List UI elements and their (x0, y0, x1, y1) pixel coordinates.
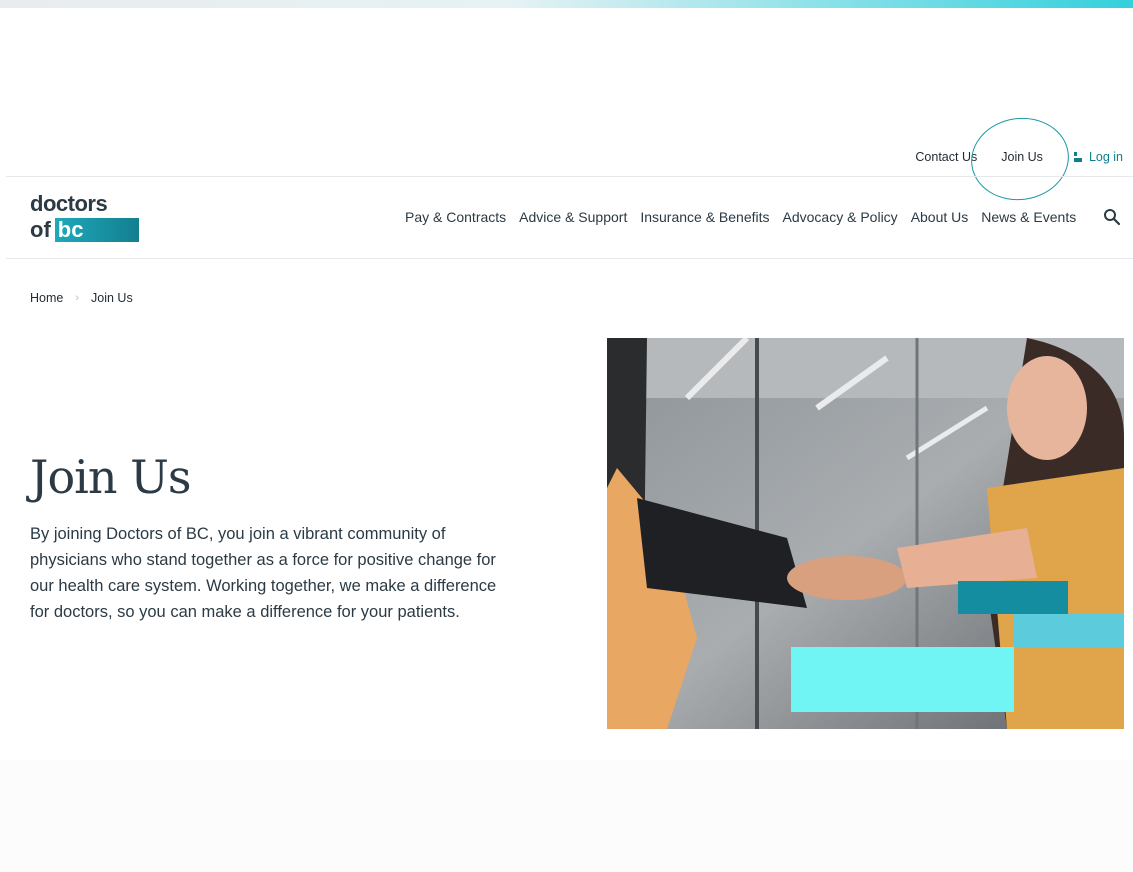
hero-image-handshake (607, 338, 1124, 729)
contact-us-link[interactable]: Contact Us (915, 150, 977, 164)
nav-advocacy-policy[interactable]: Advocacy & Policy (783, 209, 898, 225)
breadcrumb-home[interactable]: Home (30, 291, 63, 305)
log-in-label: Log in (1088, 150, 1123, 164)
log-in-link[interactable]: Log in (1073, 150, 1123, 164)
chevron-right-icon: › (75, 292, 80, 304)
nav-advice-support[interactable]: Advice & Support (519, 209, 627, 225)
intro-paragraph: By joining Doctors of BC, you join a vib… (30, 525, 497, 621)
join-us-label: Join Us (1001, 150, 1043, 164)
header-divider-top (6, 176, 1133, 177)
nav-about-us[interactable]: About Us (911, 209, 969, 225)
search-icon[interactable] (1103, 208, 1121, 226)
logo-word-of: of (30, 217, 51, 242)
nav-news-events[interactable]: News & Events (981, 209, 1076, 225)
nav-pay-contracts[interactable]: Pay & Contracts (405, 209, 506, 225)
main-nav: Pay & Contracts Advice & Support Insuran… (405, 209, 1076, 225)
doctors-of-bc-logo[interactable]: doctors of bc (30, 191, 142, 242)
breadcrumb: Home › Join Us (30, 291, 133, 305)
logo-word-bc: bc (54, 218, 139, 242)
nav-insurance-benefits[interactable]: Insurance & Benefits (640, 209, 769, 225)
join-us-link[interactable]: Join Us (966, 111, 1075, 207)
logo-word-doctors: doctors (30, 191, 108, 216)
top-gradient-bar (0, 0, 1133, 8)
header-divider-bottom (6, 258, 1133, 259)
page-title: Join Us (30, 450, 191, 504)
footer-spacer (0, 760, 1133, 872)
breadcrumb-current: Join Us (91, 291, 133, 305)
utility-nav: Contact Us Join Us Log in (915, 111, 1123, 207)
user-icon (1073, 151, 1082, 162)
